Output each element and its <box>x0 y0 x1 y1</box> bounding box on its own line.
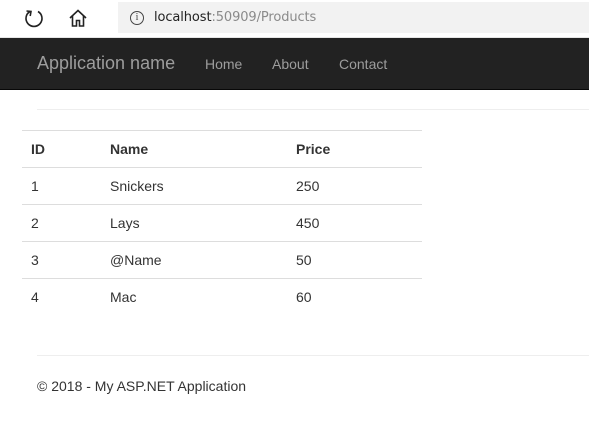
nav-link-about[interactable]: About <box>272 55 309 73</box>
refresh-icon <box>25 10 43 28</box>
cell-id: 3 <box>22 241 101 279</box>
table-header-row: ID Name Price <box>22 130 422 168</box>
footer-copyright: © 2018 - My ASP.NET Application <box>37 378 247 394</box>
content-divider <box>37 109 589 110</box>
cell-id: 1 <box>22 167 101 205</box>
browser-toolbar: i localhost:50909/Products <box>0 0 589 38</box>
footer-divider <box>37 355 589 356</box>
table-row: 1 Snickers 250 <box>22 167 422 205</box>
products-table: ID Name Price 1 Snickers 250 2 Lays 450 … <box>22 130 422 315</box>
address-bar[interactable]: i localhost:50909/Products <box>118 2 589 33</box>
table-row: 4 Mac 60 <box>22 278 422 315</box>
home-icon <box>69 9 87 27</box>
cell-id: 4 <box>22 278 101 315</box>
table-row: 2 Lays 450 <box>22 204 422 242</box>
url-host: localhost <box>154 10 212 25</box>
column-header-price: Price <box>287 130 422 168</box>
home-button[interactable] <box>64 4 92 32</box>
nav-link-contact[interactable]: Contact <box>339 55 387 73</box>
cell-id: 2 <box>22 204 101 242</box>
site-navbar: Application name Home About Contact <box>0 38 589 90</box>
url-text[interactable]: localhost:50909/Products <box>154 10 316 25</box>
table-row: 3 @Name 50 <box>22 241 422 279</box>
cell-price: 60 <box>287 278 422 315</box>
nav-link-home[interactable]: Home <box>205 55 242 73</box>
cell-name: @Name <box>101 241 287 279</box>
url-path: :50909/Products <box>211 10 317 25</box>
cell-price: 250 <box>287 167 422 205</box>
column-header-id: ID <box>22 130 101 168</box>
cell-name: Mac <box>101 278 287 315</box>
cell-name: Lays <box>101 204 287 242</box>
brand-link[interactable]: Application name <box>37 53 175 73</box>
info-icon[interactable]: i <box>130 10 144 25</box>
column-header-name: Name <box>101 130 287 168</box>
refresh-button[interactable] <box>20 4 48 32</box>
cell-name: Snickers <box>101 167 287 205</box>
cell-price: 50 <box>287 241 422 279</box>
cell-price: 450 <box>287 204 422 242</box>
